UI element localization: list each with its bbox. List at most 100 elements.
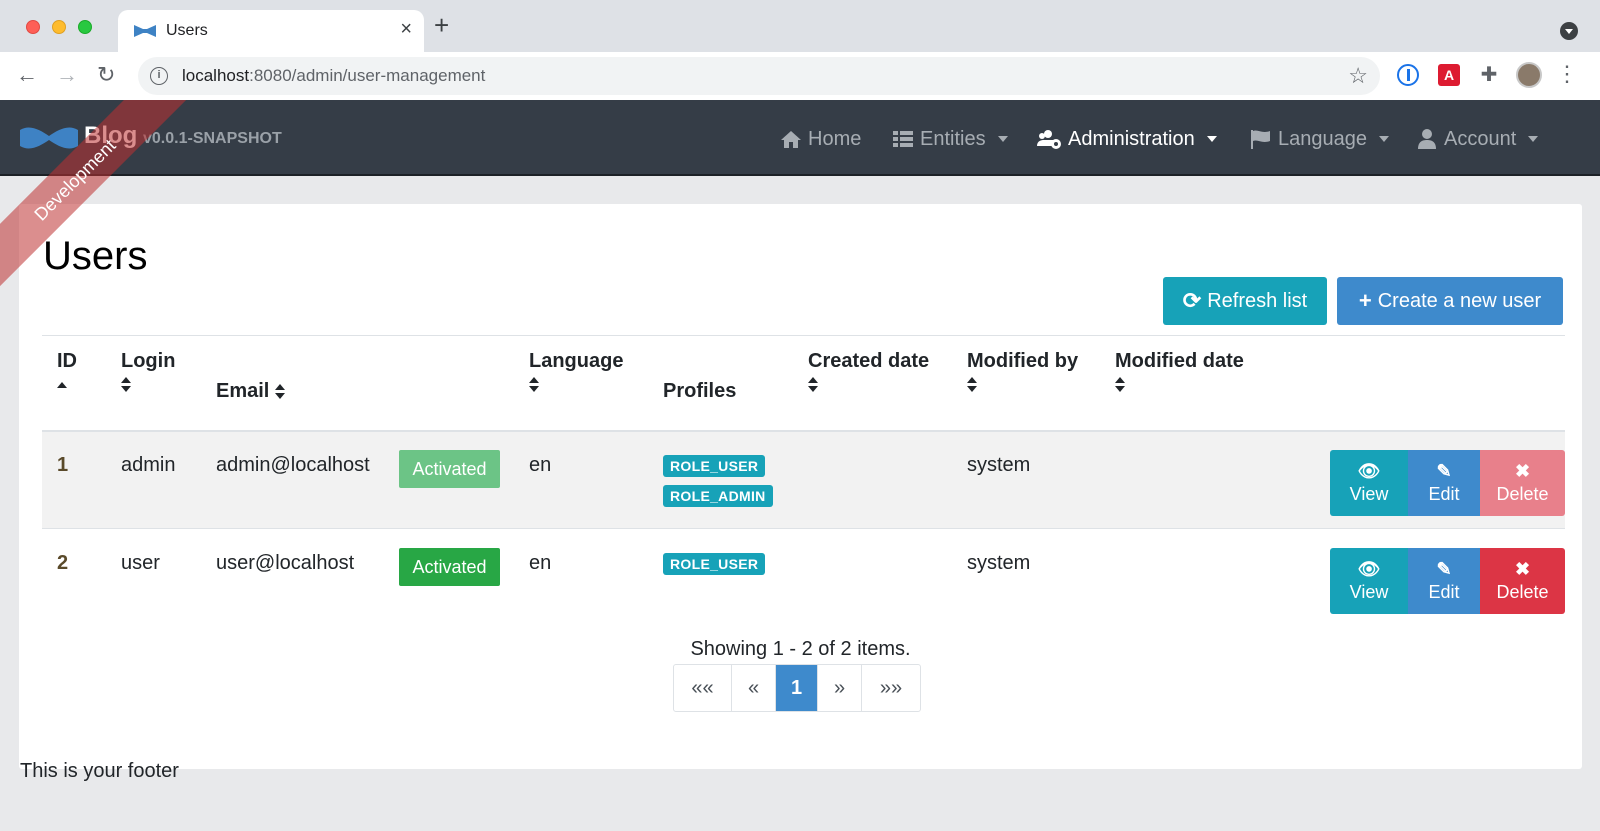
pencil-icon: ✎ [1436, 460, 1452, 481]
header-email[interactable]: Email [216, 380, 285, 403]
back-icon[interactable]: ← [16, 62, 38, 88]
edit-button[interactable]: ✎ Edit [1408, 548, 1480, 614]
nav-administration[interactable]: Administration [1036, 126, 1217, 152]
flag-icon [1251, 130, 1270, 149]
delete-button[interactable]: ✖ Delete [1480, 548, 1565, 614]
red-extension-icon[interactable]: A [1438, 64, 1460, 86]
page-1-button[interactable]: 1 [776, 665, 818, 711]
header-modified-by[interactable]: Modified by [967, 350, 1078, 396]
tab-close-icon[interactable]: × [400, 19, 412, 39]
minimize-window-button[interactable] [52, 20, 66, 34]
view-button[interactable]: 👁 View [1330, 450, 1408, 516]
forward-icon[interactable]: → [56, 62, 78, 88]
address-bar[interactable]: i localhost:8080/admin/user-management ☆ [138, 57, 1380, 95]
header-id[interactable]: ID [57, 350, 77, 396]
eye-icon: 👁 [1357, 460, 1381, 481]
header-language[interactable]: Language [529, 350, 623, 396]
user-id-link[interactable]: 2 [57, 552, 68, 575]
user-language: en [529, 552, 552, 574]
browser-menu-icon[interactable]: ⋮ [1556, 62, 1578, 86]
user-management-card: Users ⟳ Refresh list + Create a new user… [19, 204, 1582, 769]
user-id-link[interactable]: 1 [57, 454, 68, 477]
app-navbar: Blog v0.0.1-SNAPSHOT Home Entities Admin… [0, 100, 1600, 176]
header-created-date-label: Created date [808, 350, 930, 372]
nav-entities[interactable]: Entities [892, 126, 1008, 152]
profile-avatar[interactable] [1516, 62, 1542, 88]
tab-search-icon[interactable] [1560, 22, 1578, 40]
delete-label: Delete [1496, 581, 1549, 602]
sort-icon [808, 376, 818, 393]
maximize-window-button[interactable] [78, 20, 92, 34]
user-icon [1418, 129, 1436, 149]
nav-administration-label: Administration [1068, 127, 1195, 150]
eye-icon: 👁 [1357, 558, 1381, 579]
chevron-down-icon [997, 136, 1008, 142]
last-page-button[interactable]: »» [862, 665, 920, 711]
nav-account-label: Account [1444, 127, 1517, 150]
table-row: 1 admin admin@localhost Activated en ROL… [42, 432, 1565, 529]
first-page-button[interactable]: «« [674, 665, 732, 711]
user-modified-by: system [967, 454, 1031, 476]
brand-title[interactable]: Blog [84, 122, 137, 150]
browser-chrome: Users × + ← → ↻ i localhost:8080/admin/u… [0, 0, 1600, 100]
sort-icon [529, 376, 539, 393]
url-text[interactable]: localhost:8080/admin/user-management [182, 66, 485, 86]
user-language: en [529, 454, 552, 476]
pagination: «« « 1 » »» [673, 664, 921, 712]
chevron-down-icon [1206, 136, 1217, 142]
reload-icon[interactable]: ↻ [97, 62, 115, 88]
new-tab-button[interactable]: + [434, 12, 449, 38]
sort-icon [274, 383, 285, 400]
url-path: :8080/admin/user-management [249, 66, 486, 85]
next-page-button[interactable]: » [818, 665, 862, 711]
prev-page-button[interactable]: « [732, 665, 776, 711]
view-label: View [1349, 581, 1389, 602]
header-modified-date-label: Modified date [1115, 350, 1244, 372]
extensions-puzzle-icon[interactable]: ✚ [1478, 64, 1500, 86]
activated-toggle-button[interactable]: Activated [399, 450, 500, 488]
profile-badge: ROLE_ADMIN [663, 485, 773, 507]
times-icon: ✖ [1514, 460, 1531, 481]
activated-toggle-button[interactable]: Activated [399, 548, 500, 586]
password-manager-extension-icon[interactable] [1397, 64, 1419, 86]
edit-label: Edit [1428, 483, 1460, 504]
tab-title: Users [166, 22, 208, 39]
header-created-date[interactable]: Created date [808, 350, 929, 396]
table-row: 2 user user@localhost Activated en ROLE_… [42, 530, 1565, 627]
user-login: user [121, 552, 160, 574]
edit-button[interactable]: ✎ Edit [1408, 450, 1480, 516]
close-window-button[interactable] [26, 20, 40, 34]
edit-label: Edit [1428, 581, 1460, 602]
refresh-list-button[interactable]: ⟳ Refresh list [1163, 277, 1327, 325]
site-info-icon[interactable]: i [150, 67, 168, 85]
sort-asc-icon [57, 382, 67, 390]
browser-toolbar: ← → ↻ i localhost:8080/admin/user-manage… [0, 52, 1600, 100]
delete-button[interactable]: ✖ Delete [1480, 450, 1565, 516]
header-login[interactable]: Login [121, 350, 175, 396]
sort-icon [121, 376, 131, 393]
nav-language-label: Language [1278, 127, 1367, 150]
nav-home-label: Home [808, 127, 862, 150]
create-user-button[interactable]: + Create a new user [1337, 277, 1563, 325]
nav-language[interactable]: Language [1250, 126, 1389, 152]
browser-tab[interactable]: Users × [118, 10, 424, 52]
user-email: admin@localhost [216, 454, 370, 476]
plus-icon: + [1358, 288, 1372, 313]
header-language-label: Language [529, 350, 624, 372]
header-email-label: Email [216, 380, 270, 402]
bowtie-favicon-icon [134, 25, 156, 37]
header-profiles: Profiles [663, 380, 737, 402]
brand-logo-icon[interactable] [20, 126, 78, 150]
view-button[interactable]: 👁 View [1330, 548, 1408, 614]
view-label: View [1349, 483, 1389, 504]
header-login-label: Login [121, 350, 176, 372]
page-footer: This is your footer [20, 760, 179, 782]
chevron-down-icon [1378, 136, 1389, 142]
profile-badge: ROLE_USER [663, 455, 766, 477]
page-title: Users [43, 234, 148, 278]
nav-account[interactable]: Account [1416, 126, 1539, 152]
bookmark-star-icon[interactable]: ☆ [1348, 63, 1368, 89]
nav-home[interactable]: Home [780, 126, 861, 152]
header-modified-date[interactable]: Modified date [1115, 350, 1244, 396]
user-login: admin [121, 454, 176, 476]
